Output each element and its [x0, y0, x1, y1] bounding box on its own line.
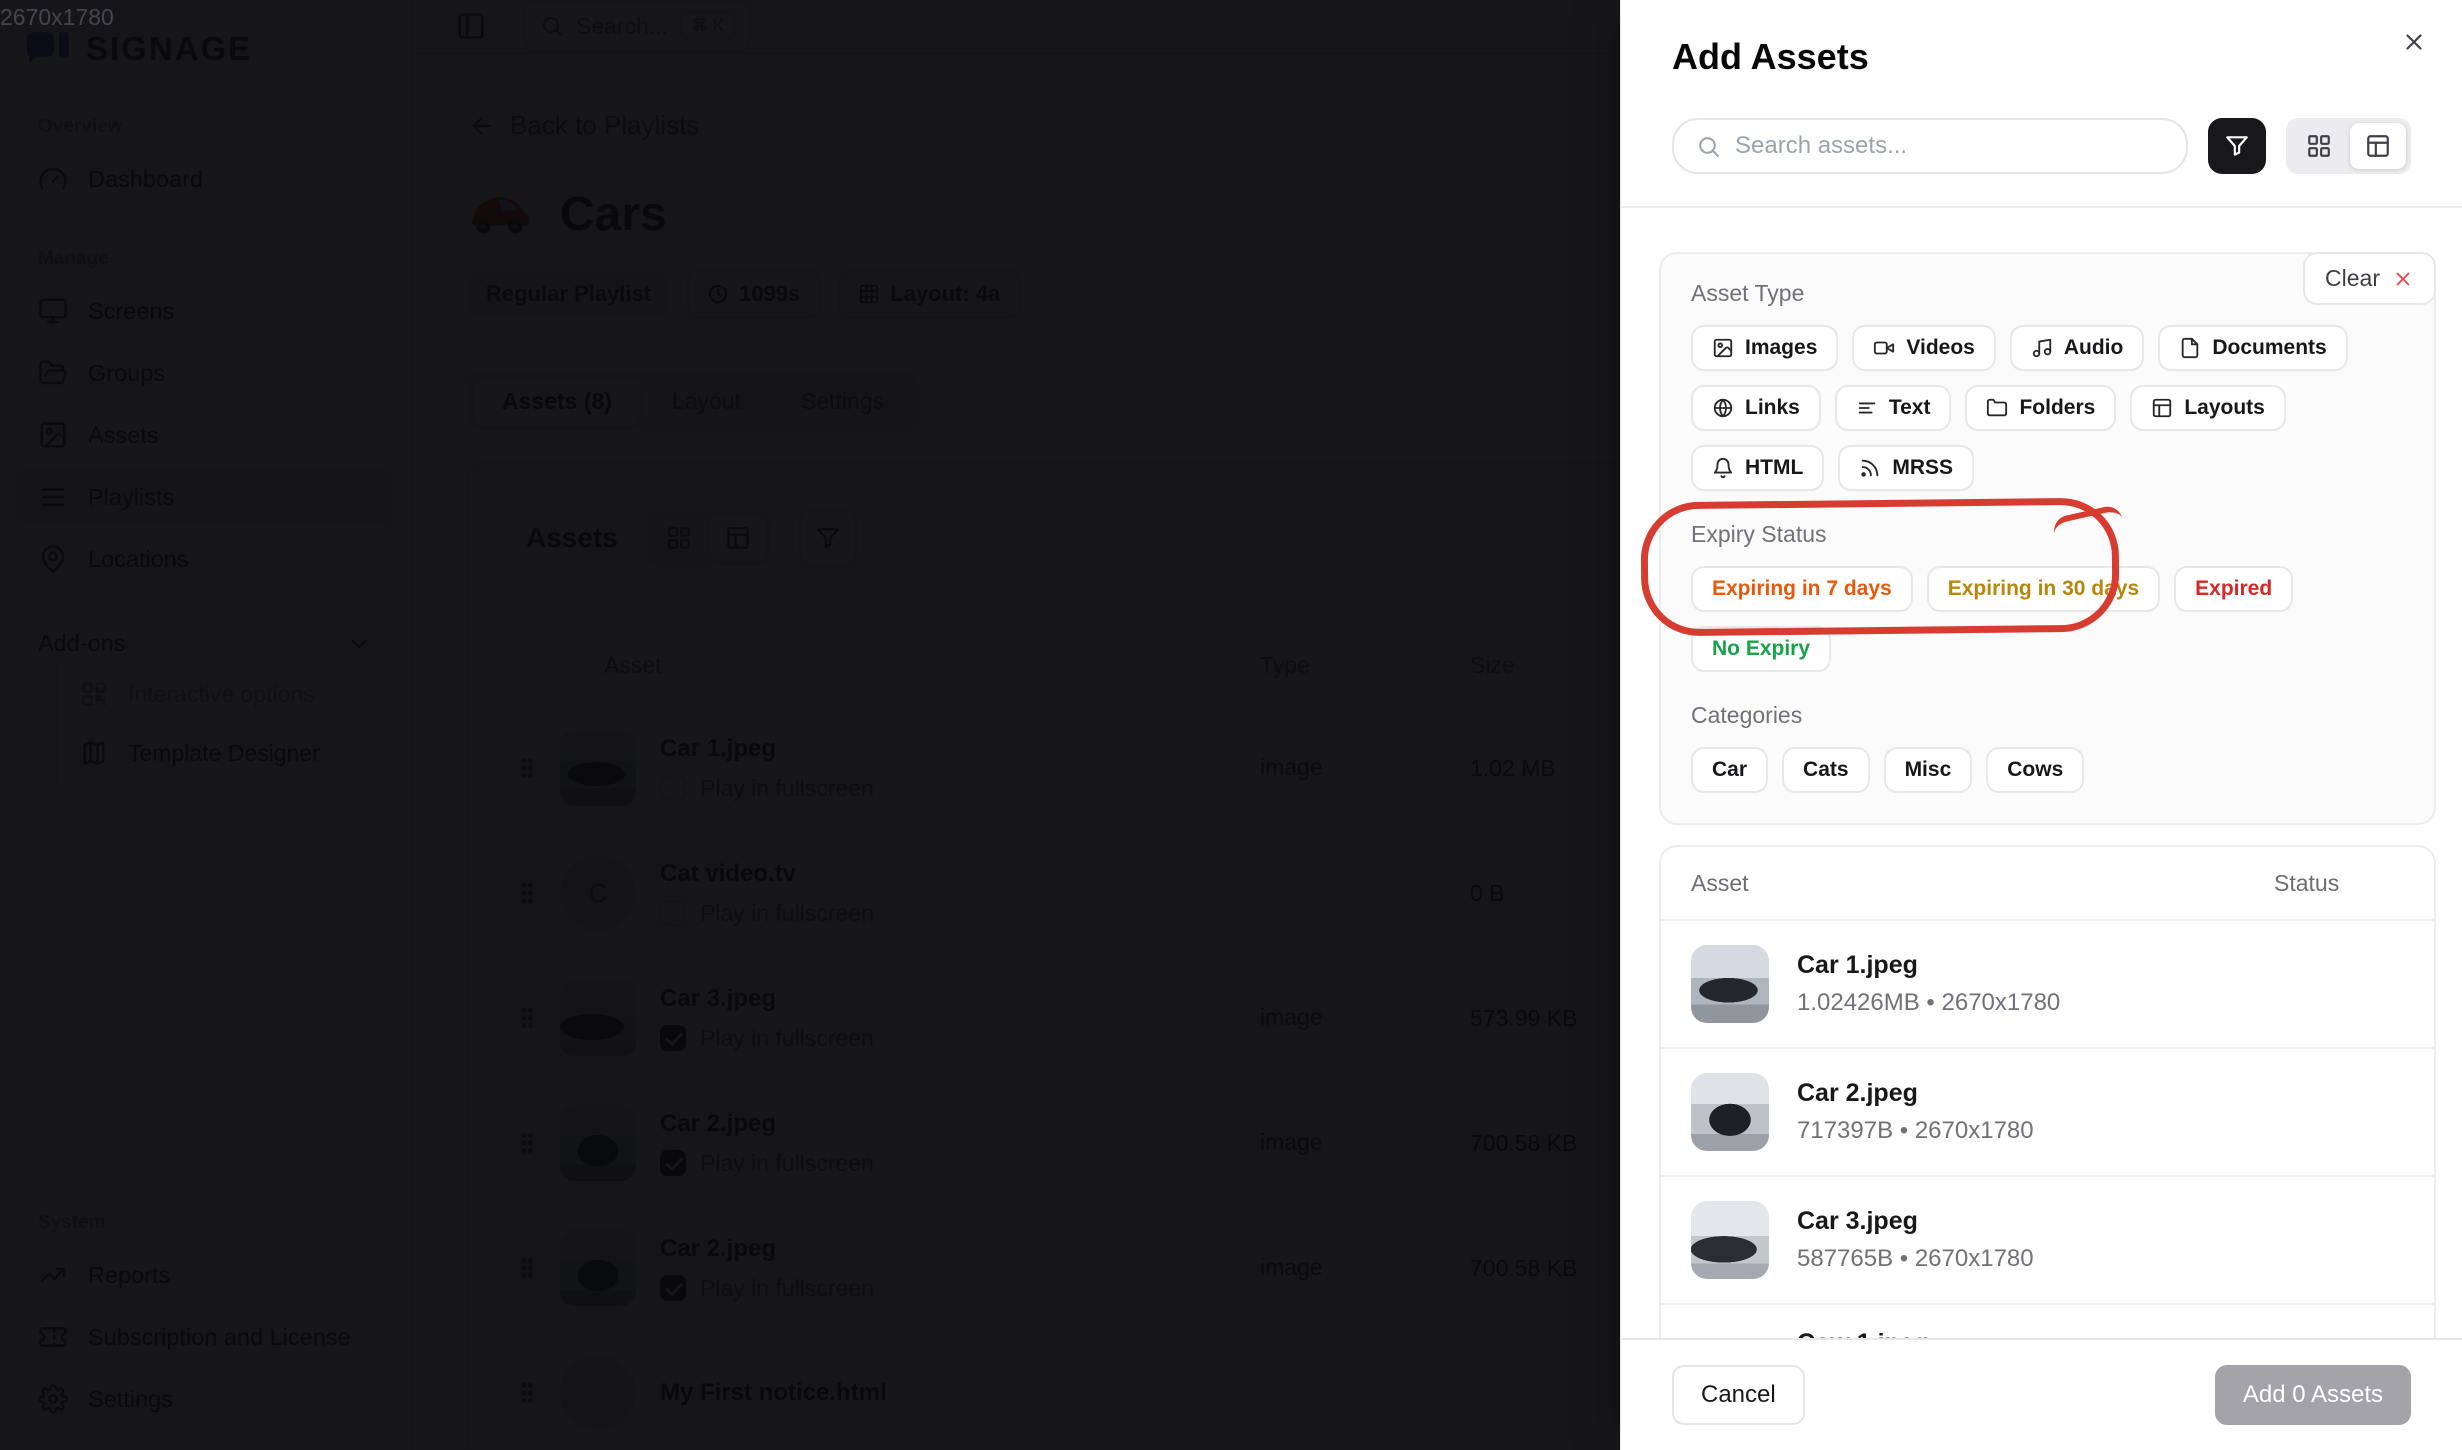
layout-grid-icon: [2306, 133, 2332, 159]
chip-expiring-30-days[interactable]: Expiring in 30 days: [1927, 566, 2160, 612]
asset-type-chips: Images Videos Audio Documents Links Text: [1691, 325, 2404, 491]
chip-expired[interactable]: Expired: [2174, 566, 2293, 612]
chip-category-cows[interactable]: Cows: [1986, 747, 2084, 793]
panel-search-row: [1672, 118, 2411, 174]
video-icon: [1873, 337, 1895, 359]
chip-audio[interactable]: Audio: [2010, 325, 2144, 371]
panel-divider: [1621, 206, 2462, 208]
asset-name: Car 3.jpeg: [1797, 1207, 2034, 1236]
chip-no-expiry[interactable]: No Expiry: [1691, 626, 1831, 672]
assets-search-field[interactable]: [1672, 118, 2188, 174]
chip-links[interactable]: Links: [1691, 385, 1821, 431]
bell-icon: [1712, 457, 1734, 479]
panel-table-view-button[interactable]: [2350, 123, 2406, 169]
panel-list-item[interactable]: Car 2.jpeg 717397B • 2670x1780: [1661, 1049, 2434, 1177]
categories-chips: Car Cats Misc Cows: [1691, 747, 2404, 793]
panel-grid-view-button[interactable]: [2291, 123, 2347, 169]
panel-column-asset: Asset: [1691, 870, 2274, 897]
expiry-status-chips: Expiring in 7 days Expiring in 30 days E…: [1691, 566, 2404, 672]
asset-meta: 1.02426MB • 2670x1780: [1797, 989, 2060, 1017]
close-button[interactable]: [2394, 22, 2434, 62]
chip-videos[interactable]: Videos: [1852, 325, 1995, 371]
clear-label: Clear: [2325, 265, 2380, 292]
chip-folders[interactable]: Folders: [1965, 385, 2116, 431]
chip-documents[interactable]: Documents: [2158, 325, 2347, 371]
panel-list-item[interactable]: Car 1.jpeg 1.02426MB • 2670x1780: [1661, 921, 2434, 1049]
add-assets-panel: Add Assets Clear Asset Type Ima: [1620, 0, 2462, 1450]
asset-name: Car 2.jpeg: [1797, 1079, 2034, 1108]
asset-thumbnail: [1691, 945, 1769, 1023]
layout-icon: [2151, 397, 2173, 419]
chip-category-car[interactable]: Car: [1691, 747, 1768, 793]
chip-mrss[interactable]: MRSS: [1838, 445, 1974, 491]
add-assets-button[interactable]: Add 0 Assets: [2215, 1365, 2411, 1425]
asset-meta: 587765B • 2670x1780: [1797, 1245, 2034, 1273]
asset-meta: 717397B • 2670x1780: [1797, 1117, 2034, 1145]
categories-label: Categories: [1691, 702, 2404, 729]
chip-category-cats[interactable]: Cats: [1782, 747, 1870, 793]
clear-filters-button[interactable]: Clear: [2303, 252, 2436, 305]
panel-view-toggle: [2286, 118, 2411, 174]
asset-name: Car 1.jpeg: [1797, 951, 2060, 980]
close-icon: [2401, 29, 2427, 55]
close-icon: [2392, 268, 2414, 290]
funnel-icon: [2224, 133, 2250, 159]
assets-search-input[interactable]: [1735, 132, 2164, 160]
asset-thumbnail: [1691, 1201, 1769, 1279]
folder-icon: [1986, 397, 2008, 419]
panel-list-header: Asset Status: [1661, 847, 2434, 921]
chip-text[interactable]: Text: [1835, 385, 1952, 431]
cancel-button[interactable]: Cancel: [1672, 1365, 1805, 1425]
chip-images[interactable]: Images: [1691, 325, 1838, 371]
panel-list-item[interactable]: Car 3.jpeg 587765B • 2670x1780: [1661, 1177, 2434, 1305]
globe-icon: [1712, 397, 1734, 419]
image-icon: [1712, 337, 1734, 359]
chip-html[interactable]: HTML: [1691, 445, 1824, 491]
music-icon: [2031, 337, 2053, 359]
expiry-status-label: Expiry Status: [1691, 521, 2404, 548]
panel-column-status: Status: [2274, 870, 2404, 897]
asset-thumbnail: [1691, 1073, 1769, 1151]
chip-category-misc[interactable]: Misc: [1884, 747, 1973, 793]
panel-title: Add Assets: [1621, 0, 2462, 78]
table-icon: [2365, 133, 2391, 159]
asset-type-label: Asset Type: [1691, 280, 2404, 307]
panel-footer: Cancel Add 0 Assets: [1621, 1338, 2462, 1450]
filters-card: Clear Asset Type Images Videos Audio Doc…: [1659, 252, 2436, 825]
chip-expiring-7-days[interactable]: Expiring in 7 days: [1691, 566, 1913, 612]
file-icon: [2179, 337, 2201, 359]
align-left-icon: [1856, 397, 1878, 419]
search-icon: [1696, 134, 1721, 159]
rss-icon: [1859, 457, 1881, 479]
panel-filter-button[interactable]: [2208, 118, 2266, 174]
chip-layouts[interactable]: Layouts: [2130, 385, 2286, 431]
